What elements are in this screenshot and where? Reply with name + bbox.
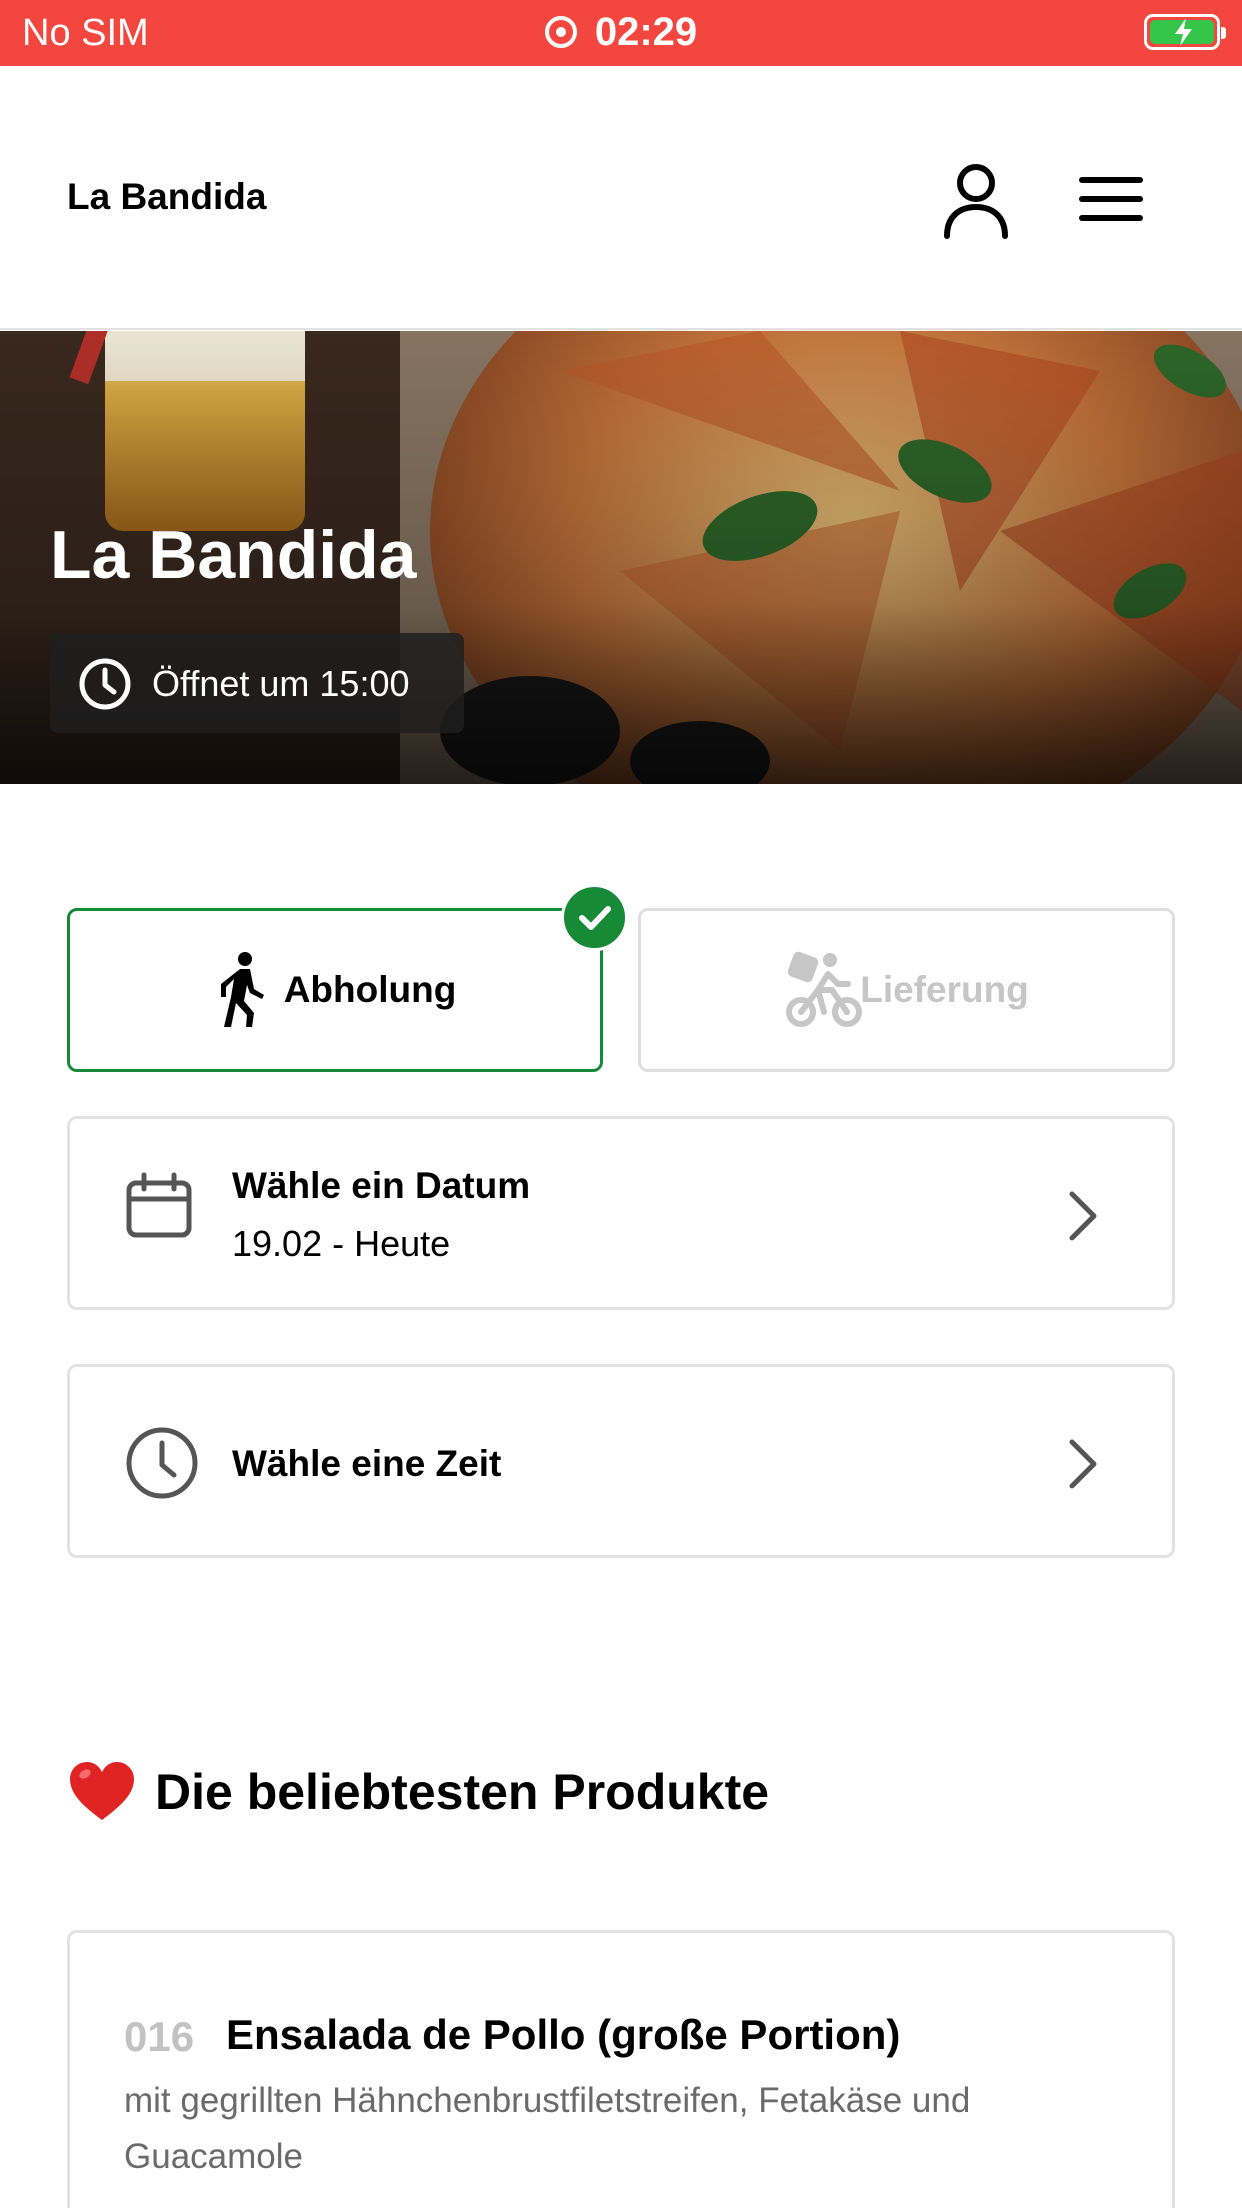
date-picker-value: 19.02 - Heute	[232, 1223, 451, 1264]
user-icon	[944, 164, 1008, 239]
red-heart-icon	[70, 1762, 134, 1820]
product-description: mit gegrillten Hähnchenbrustfiletstreife…	[124, 2081, 971, 2176]
hamburger-menu-icon	[1079, 177, 1143, 221]
restaurant-title: La Bandida	[50, 517, 417, 593]
clock-icon	[79, 658, 131, 710]
delivery-option[interactable]: Lieferung	[638, 908, 1175, 1072]
bike-delivery-icon	[786, 951, 863, 1027]
selected-check-icon	[561, 884, 628, 951]
time-picker-title: Wähle eine Zeit	[232, 1443, 502, 1484]
time-picker-row[interactable]: Wähle eine Zeit	[67, 1364, 1175, 1558]
menu-button[interactable]	[1070, 158, 1154, 242]
calendar-icon	[126, 1172, 192, 1238]
hero-banner: La Bandida Öffnet um 15:00	[0, 331, 1242, 784]
pickup-label: Abholung	[283, 969, 457, 1010]
clock-label: 02:29	[594, 10, 698, 54]
status-bar: No SIM 02:29	[0, 0, 1242, 66]
chevron-right-icon	[1069, 1439, 1097, 1489]
battery-charging-icon	[1144, 14, 1226, 50]
walking-person-icon	[220, 952, 264, 1027]
clock-icon	[126, 1427, 198, 1499]
date-picker-title: Wähle ein Datum	[232, 1165, 531, 1206]
delivery-label: Lieferung	[860, 969, 1029, 1010]
brand-name[interactable]: La Bandida	[67, 176, 266, 218]
pickup-option[interactable]: Abholung	[67, 908, 603, 1072]
record-icon	[544, 16, 577, 48]
opening-hours-text: Öffnet um 15:00	[152, 663, 410, 704]
chevron-right-icon	[1069, 1191, 1097, 1241]
opening-hours-badge: Öffnet um 15:00	[50, 633, 464, 733]
popular-products-heading: Die beliebtesten Produkte	[67, 1760, 769, 1824]
product-card[interactable]: 016 Ensalada de Pollo (große Portion) mi…	[67, 1930, 1175, 2208]
date-picker-row[interactable]: Wähle ein Datum 19.02 - Heute	[67, 1116, 1175, 1310]
popular-products-title: Die beliebtesten Produkte	[155, 1764, 770, 1820]
user-account-button[interactable]	[934, 158, 1018, 242]
product-number: 016	[124, 2013, 195, 2060]
app-header: La Bandida	[0, 66, 1242, 330]
status-time: 02:29	[0, 10, 1242, 55]
product-name: Ensalada de Pollo (große Portion)	[226, 2011, 901, 2058]
